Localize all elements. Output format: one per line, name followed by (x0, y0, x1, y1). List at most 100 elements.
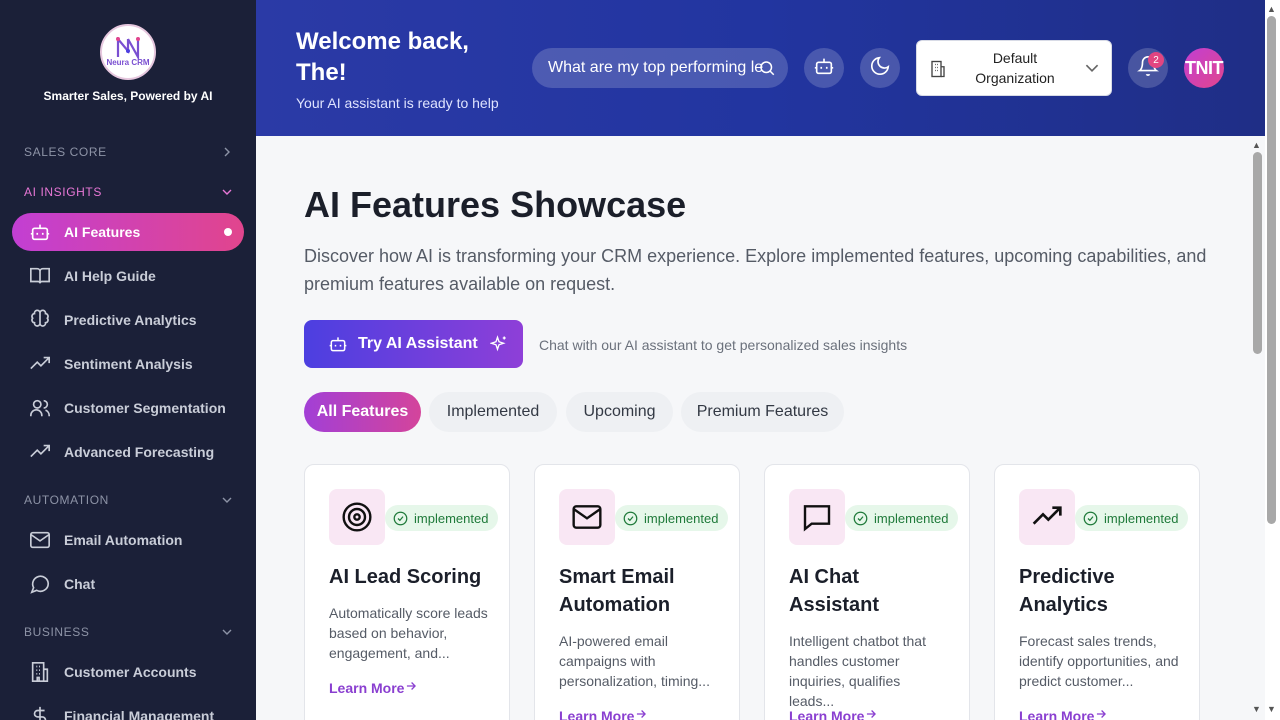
tagline: Smarter Sales, Powered by AI (43, 89, 213, 103)
chevron-down-icon (1085, 61, 1099, 80)
arrow-right-icon (634, 707, 648, 720)
sidebar-item-customer-accounts[interactable]: Customer Accounts (12, 653, 244, 691)
check-circle-icon (853, 511, 868, 526)
logo-text: Neura CRM (106, 58, 150, 67)
section-business[interactable]: BUSINESS (24, 625, 232, 639)
sidebar-item-ai-features[interactable]: AI Features (12, 213, 244, 251)
organization-name: Default Organization (975, 50, 1055, 86)
sidebar-item-label: Financial Management (64, 708, 215, 720)
top-header: Welcome back, The! Your AI assistant is … (256, 0, 1265, 136)
content-scrollbar-thumb[interactable] (1253, 152, 1262, 354)
chevron-down-icon (222, 629, 232, 635)
sidebar-item-label: Customer Accounts (64, 664, 197, 680)
sidebar-item-label: Customer Segmentation (64, 400, 226, 416)
status-label: implemented (644, 510, 719, 526)
logo[interactable]: Neura CRM (100, 24, 156, 80)
sidebar-item-label: Email Automation (64, 532, 183, 548)
learn-more-link[interactable]: Learn More (1019, 707, 1108, 720)
card-description: Automatically score leads based on behav… (329, 605, 488, 661)
welcome-heading: Welcome back, The! (296, 28, 469, 86)
chevron-down-icon (222, 189, 232, 195)
theme-toggle-button[interactable] (860, 48, 900, 88)
filter-upcoming[interactable]: Upcoming (566, 392, 673, 432)
feature-card-chat-assistant[interactable]: implemented AI Chat Assistant Intelligen… (764, 464, 970, 720)
learn-more-link[interactable]: Learn More (789, 707, 878, 720)
sidebar-item-customer-segmentation[interactable]: Customer Segmentation (12, 389, 244, 427)
section-label: SALES CORE (24, 145, 107, 159)
dollar-icon (28, 704, 52, 720)
sidebar-item-financial-management[interactable]: Financial Management (12, 697, 244, 720)
sidebar-item-label: Predictive Analytics (64, 312, 197, 328)
user-avatar[interactable]: TNIT (1184, 48, 1224, 88)
window-scrollbar-thumb[interactable] (1267, 16, 1276, 524)
status-label: implemented (1104, 510, 1179, 526)
status-badge: implemented (1075, 505, 1189, 531)
search-icon[interactable] (758, 59, 776, 82)
welcome-subtitle: Your AI assistant is ready to help (296, 95, 499, 111)
check-circle-icon (393, 511, 408, 526)
try-ai-assistant-button[interactable]: Try AI Assistant (304, 320, 523, 368)
search-value: What are my top performing le (548, 59, 764, 76)
users-icon (28, 396, 52, 420)
organization-select[interactable]: Default Organization (916, 40, 1112, 96)
feature-card-lead-scoring[interactable]: implemented AI Lead Scoring Automaticall… (304, 464, 510, 720)
feature-card-smart-email[interactable]: implemented Smart Email Automation AI-po… (534, 464, 740, 720)
check-circle-icon (1083, 511, 1098, 526)
book-icon (28, 264, 52, 288)
robot-icon (813, 55, 835, 82)
section-ai-insights[interactable]: AI INSIGHTS (24, 185, 232, 199)
sidebar-item-label: AI Features (64, 224, 141, 240)
sidebar-item-sentiment-analysis[interactable]: Sentiment Analysis (12, 345, 244, 383)
ai-search-input[interactable]: What are my top performing le (532, 48, 788, 88)
section-sales-core[interactable]: SALES CORE (24, 145, 232, 159)
section-label: BUSINESS (24, 625, 90, 639)
window-scroll-up-arrow[interactable]: ▲ (1267, 4, 1276, 14)
logo-mark-icon (116, 37, 140, 59)
moon-icon (869, 55, 891, 82)
window-scroll-down-arrow[interactable]: ▼ (1267, 704, 1276, 714)
active-indicator (224, 228, 232, 236)
content-scroll-up-arrow[interactable]: ▲ (1252, 140, 1261, 150)
section-label: AI INSIGHTS (24, 185, 102, 199)
building-icon (929, 60, 947, 83)
chat-icon (789, 489, 845, 545)
sidebar-item-chat[interactable]: Chat (12, 565, 244, 603)
card-title: Smart Email Automation (559, 566, 675, 616)
ai-assistant-button[interactable] (804, 48, 844, 88)
link-label: Learn More (559, 707, 635, 720)
mail-icon (28, 528, 52, 552)
feature-card-predictive-analytics[interactable]: implemented Predictive Analytics Forecas… (994, 464, 1200, 720)
mail-icon (559, 489, 615, 545)
link-label: Learn More (329, 679, 405, 696)
status-badge: implemented (385, 505, 499, 531)
status-label: implemented (874, 510, 949, 526)
sidebar-item-advanced-forecasting[interactable]: Advanced Forecasting (12, 433, 244, 471)
filter-premium-features[interactable]: Premium Features (681, 392, 844, 432)
link-label: Learn More (1019, 707, 1095, 720)
button-label: Try AI Assistant (358, 335, 478, 352)
filter-implemented[interactable]: Implemented (429, 392, 557, 432)
chat-icon (28, 572, 52, 596)
sidebar-item-label: Advanced Forecasting (64, 444, 215, 460)
content-scroll-down-arrow[interactable]: ▼ (1252, 704, 1261, 714)
sparkles-icon (489, 335, 508, 353)
robot-icon (28, 220, 52, 244)
brain-icon (28, 308, 52, 332)
sidebar-item-email-automation[interactable]: Email Automation (12, 521, 244, 559)
card-description: Forecast sales trends, identify opportun… (1019, 633, 1179, 689)
sidebar-item-predictive-analytics[interactable]: Predictive Analytics (12, 301, 244, 339)
brand: Neura CRM (0, 24, 256, 80)
sidebar-item-label: Chat (64, 576, 96, 592)
section-automation[interactable]: AUTOMATION (24, 493, 232, 507)
notification-badge: 2 (1148, 52, 1164, 68)
building-icon (28, 660, 52, 684)
learn-more-link[interactable]: Learn More (329, 679, 418, 696)
sidebar-item-label: Sentiment Analysis (64, 356, 193, 372)
page-description: Discover how AI is transforming your CRM… (304, 246, 1207, 294)
learn-more-link[interactable]: Learn More (559, 707, 648, 720)
status-badge: implemented (615, 505, 729, 531)
sidebar-item-ai-help-guide[interactable]: AI Help Guide (12, 257, 244, 295)
chevron-right-icon (224, 147, 230, 157)
filter-all-features[interactable]: All Features (304, 392, 421, 432)
section-label: AUTOMATION (24, 493, 109, 507)
